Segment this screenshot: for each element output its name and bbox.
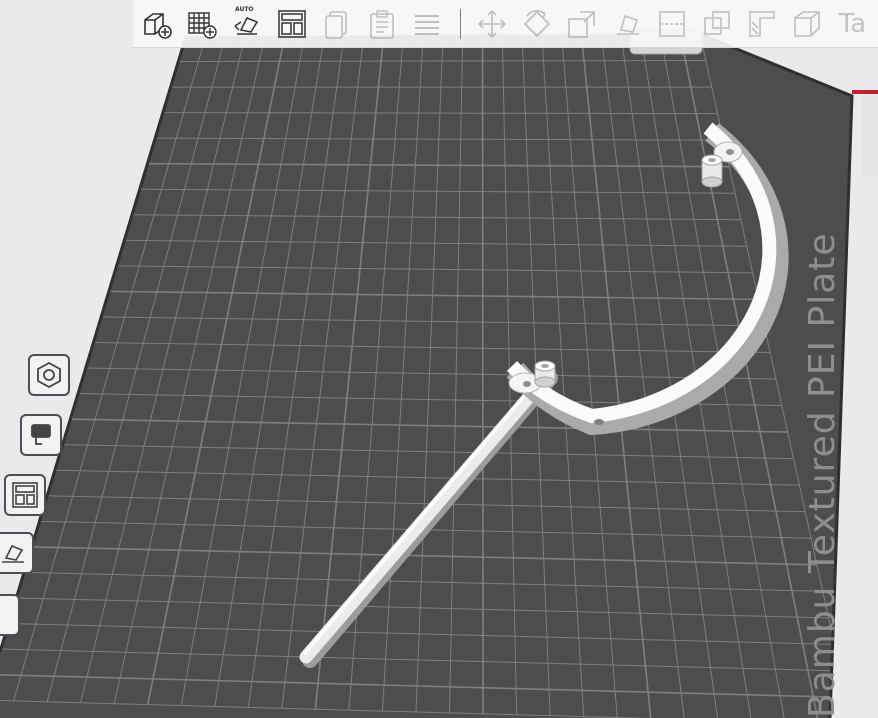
copy-icon xyxy=(324,10,347,39)
auto-orient-icon xyxy=(2,544,24,563)
plate-side-panel xyxy=(862,96,878,176)
lay-on-face-icon xyxy=(617,14,640,35)
seam-button[interactable] xyxy=(788,4,827,44)
cut-icon xyxy=(659,10,686,37)
add-object-icon xyxy=(143,12,172,39)
layers-button[interactable] xyxy=(407,4,446,44)
arrange-icon xyxy=(12,482,38,508)
auto-orient-side-button[interactable] xyxy=(0,532,34,574)
arrange-side-button[interactable] xyxy=(4,474,46,516)
rotate-icon xyxy=(524,9,551,37)
add-plate-button[interactable] xyxy=(182,4,221,44)
copy-button[interactable] xyxy=(317,4,356,44)
toolbar-separator xyxy=(460,8,461,39)
boolean-icon xyxy=(704,10,731,35)
move-icon xyxy=(478,9,507,38)
text-icon: Ta xyxy=(838,8,867,39)
rotate-button[interactable] xyxy=(518,4,557,44)
grid-line xyxy=(481,34,484,714)
text-button[interactable]: Ta xyxy=(833,4,872,44)
scale-button[interactable] xyxy=(563,4,602,44)
layers-icon xyxy=(414,14,439,35)
support-paint-button[interactable] xyxy=(743,4,782,44)
arrange-button[interactable] xyxy=(272,4,311,44)
build-plate[interactable]: Bambu Textured PEI Plate xyxy=(0,29,878,718)
scale-icon xyxy=(568,10,596,38)
side-toolbar-button[interactable] xyxy=(0,594,20,636)
main-toolbar: AUTO Ta xyxy=(133,0,878,48)
viewport-3d[interactable]: Bambu Textured PEI Plate xyxy=(0,0,878,718)
paste-icon xyxy=(369,9,394,39)
hexagon-icon xyxy=(37,361,61,389)
boolean-button[interactable] xyxy=(698,4,737,44)
lay-on-face-button[interactable] xyxy=(608,4,647,44)
add-plate-icon xyxy=(187,11,217,39)
add-object-button[interactable] xyxy=(137,4,176,44)
plate-settings-button[interactable] xyxy=(28,354,70,396)
auto-orient-label: AUTO xyxy=(235,5,254,13)
filament-button[interactable] xyxy=(20,414,62,456)
model-hole-top xyxy=(726,149,734,155)
move-button[interactable] xyxy=(473,4,512,44)
model-hole-side xyxy=(594,419,604,425)
seam-icon xyxy=(794,10,821,37)
support-paint-icon xyxy=(749,10,776,37)
model-peg-top xyxy=(701,154,723,188)
model-peg-bottom xyxy=(534,360,556,388)
arrange-icon xyxy=(277,9,306,38)
paste-button[interactable] xyxy=(362,4,401,44)
cut-button[interactable] xyxy=(653,4,692,44)
plate-label: Bambu Textured PEI Plate xyxy=(802,232,843,718)
model-hole-bottom xyxy=(523,381,531,387)
auto-orient-button[interactable]: AUTO xyxy=(227,4,266,44)
origin-marker xyxy=(852,90,878,94)
filament-icon xyxy=(31,424,51,445)
